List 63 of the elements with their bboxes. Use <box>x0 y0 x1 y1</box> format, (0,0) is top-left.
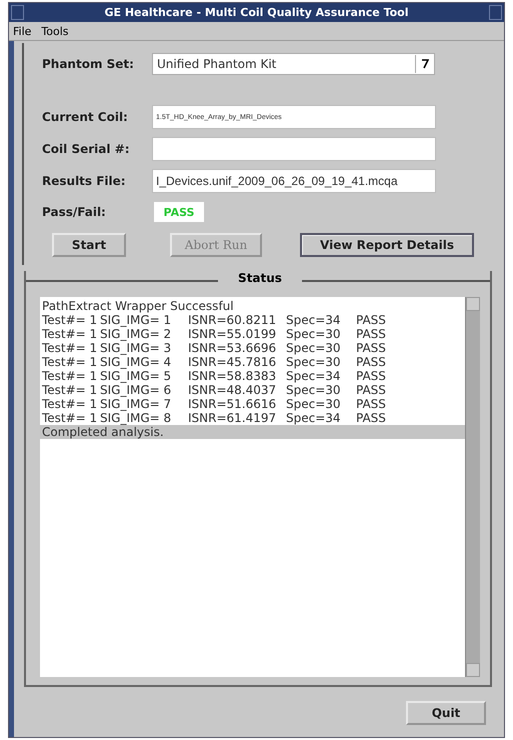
log-cell-text: Test#= 1 <box>42 355 98 369</box>
log-cell-text: SIG_IMG= 4 <box>100 355 172 369</box>
log-cell-text: Spec=34 <box>286 411 342 425</box>
log-cell-text: SIG_IMG= 2 <box>100 327 172 341</box>
log-cell-text: Spec=30 <box>286 327 342 341</box>
log-cell-text: Test#= 1 <box>42 397 98 411</box>
menu-item[interactable]: File <box>13 24 32 38</box>
log-cell-text: Spec=30 <box>286 341 342 355</box>
log-line: PathExtract Wrapper Successful <box>42 299 234 313</box>
menu-item[interactable]: Tools <box>41 24 69 38</box>
log-cell-text: Spec=30 <box>286 397 342 411</box>
log-cell-text: ISNR=58.8383 <box>188 369 278 383</box>
log-cell-text: Spec=30 <box>286 355 342 369</box>
log-cell-text: ISNR=51.6616 <box>188 397 278 411</box>
log-cell-text: Test#= 1 <box>42 369 98 383</box>
scroll-down-button[interactable] <box>466 663 480 677</box>
log-cell-text: SIG_IMG= 1 <box>100 313 172 327</box>
phantom-set-dropdown[interactable]: Unified Phantom Kit <box>152 53 435 75</box>
action-button[interactable]: Start <box>52 233 126 257</box>
log-cell-text: ISNR=48.4037 <box>188 383 278 397</box>
log-cell-text: ISNR=55.0199 <box>188 327 278 341</box>
group-title: Status <box>218 271 302 285</box>
scrollbar[interactable] <box>465 297 480 677</box>
field-label: Phantom Set: <box>42 57 135 71</box>
log-line: Completed analysis. <box>42 425 164 439</box>
window-title: GE Healthcare - Multi Coil Quality Assurance Tool <box>104 6 409 19</box>
log-cell-text: ISNR=61.4197 <box>188 411 278 425</box>
maximize-button[interactable] <box>488 5 502 20</box>
text-field[interactable] <box>152 137 436 161</box>
log-cell-text: Test#= 1 <box>42 341 98 355</box>
log-cell-text: SIG_IMG= 5 <box>100 369 172 383</box>
log-cell-text: SIG_IMG= 8 <box>100 411 172 425</box>
log-cell: PASS <box>356 355 386 369</box>
log-cell: PASS <box>356 369 386 383</box>
log-cell-text: SIG_IMG= 7 <box>100 397 172 411</box>
quit-button[interactable]: Quit <box>406 701 486 725</box>
field-label: Coil Serial #: <box>42 142 131 156</box>
log-cell: PASS <box>356 397 386 411</box>
log-cell: PASS <box>356 327 386 341</box>
log-cell-text: SIG_IMG= 6 <box>100 383 172 397</box>
log-cell-text: ISNR=45.7816 <box>188 355 278 369</box>
log-cell: PASS <box>356 383 386 397</box>
log-cell-text: Spec=34 <box>286 313 342 327</box>
log-cell-text: SIG_IMG= 3 <box>100 341 172 355</box>
log-cell: PASS <box>356 411 386 425</box>
log-cell: PASS <box>356 341 386 355</box>
log-cell-text: Test#= 1 <box>42 383 98 397</box>
log-cell-text: ISNR=60.8211 <box>188 313 278 327</box>
field-label: Results File: <box>42 174 127 188</box>
window-menu-button[interactable] <box>11 5 24 20</box>
scroll-up-button[interactable] <box>466 297 480 311</box>
text-field[interactable]: I_Devices.unif_2009_06_26_09_19_41.mcqa <box>152 169 436 193</box>
log-cell-text: Spec=30 <box>286 383 342 397</box>
action-button[interactable]: View Report Details <box>300 233 474 257</box>
log-cell-text: Test#= 1 <box>42 313 98 327</box>
log-cell: PASS <box>356 313 386 327</box>
log-cell-text: ISNR=53.6696 <box>188 341 278 355</box>
pass-fail-indicator: PASS <box>154 202 204 222</box>
log-cell-text: Test#= 1 <box>42 327 98 341</box>
log-cell-text: Spec=34 <box>286 369 342 383</box>
field-label: Pass/Fail: <box>42 205 107 219</box>
log-cell-text: Test#= 1 <box>42 411 98 425</box>
field-label: Current Coil: <box>42 110 129 124</box>
